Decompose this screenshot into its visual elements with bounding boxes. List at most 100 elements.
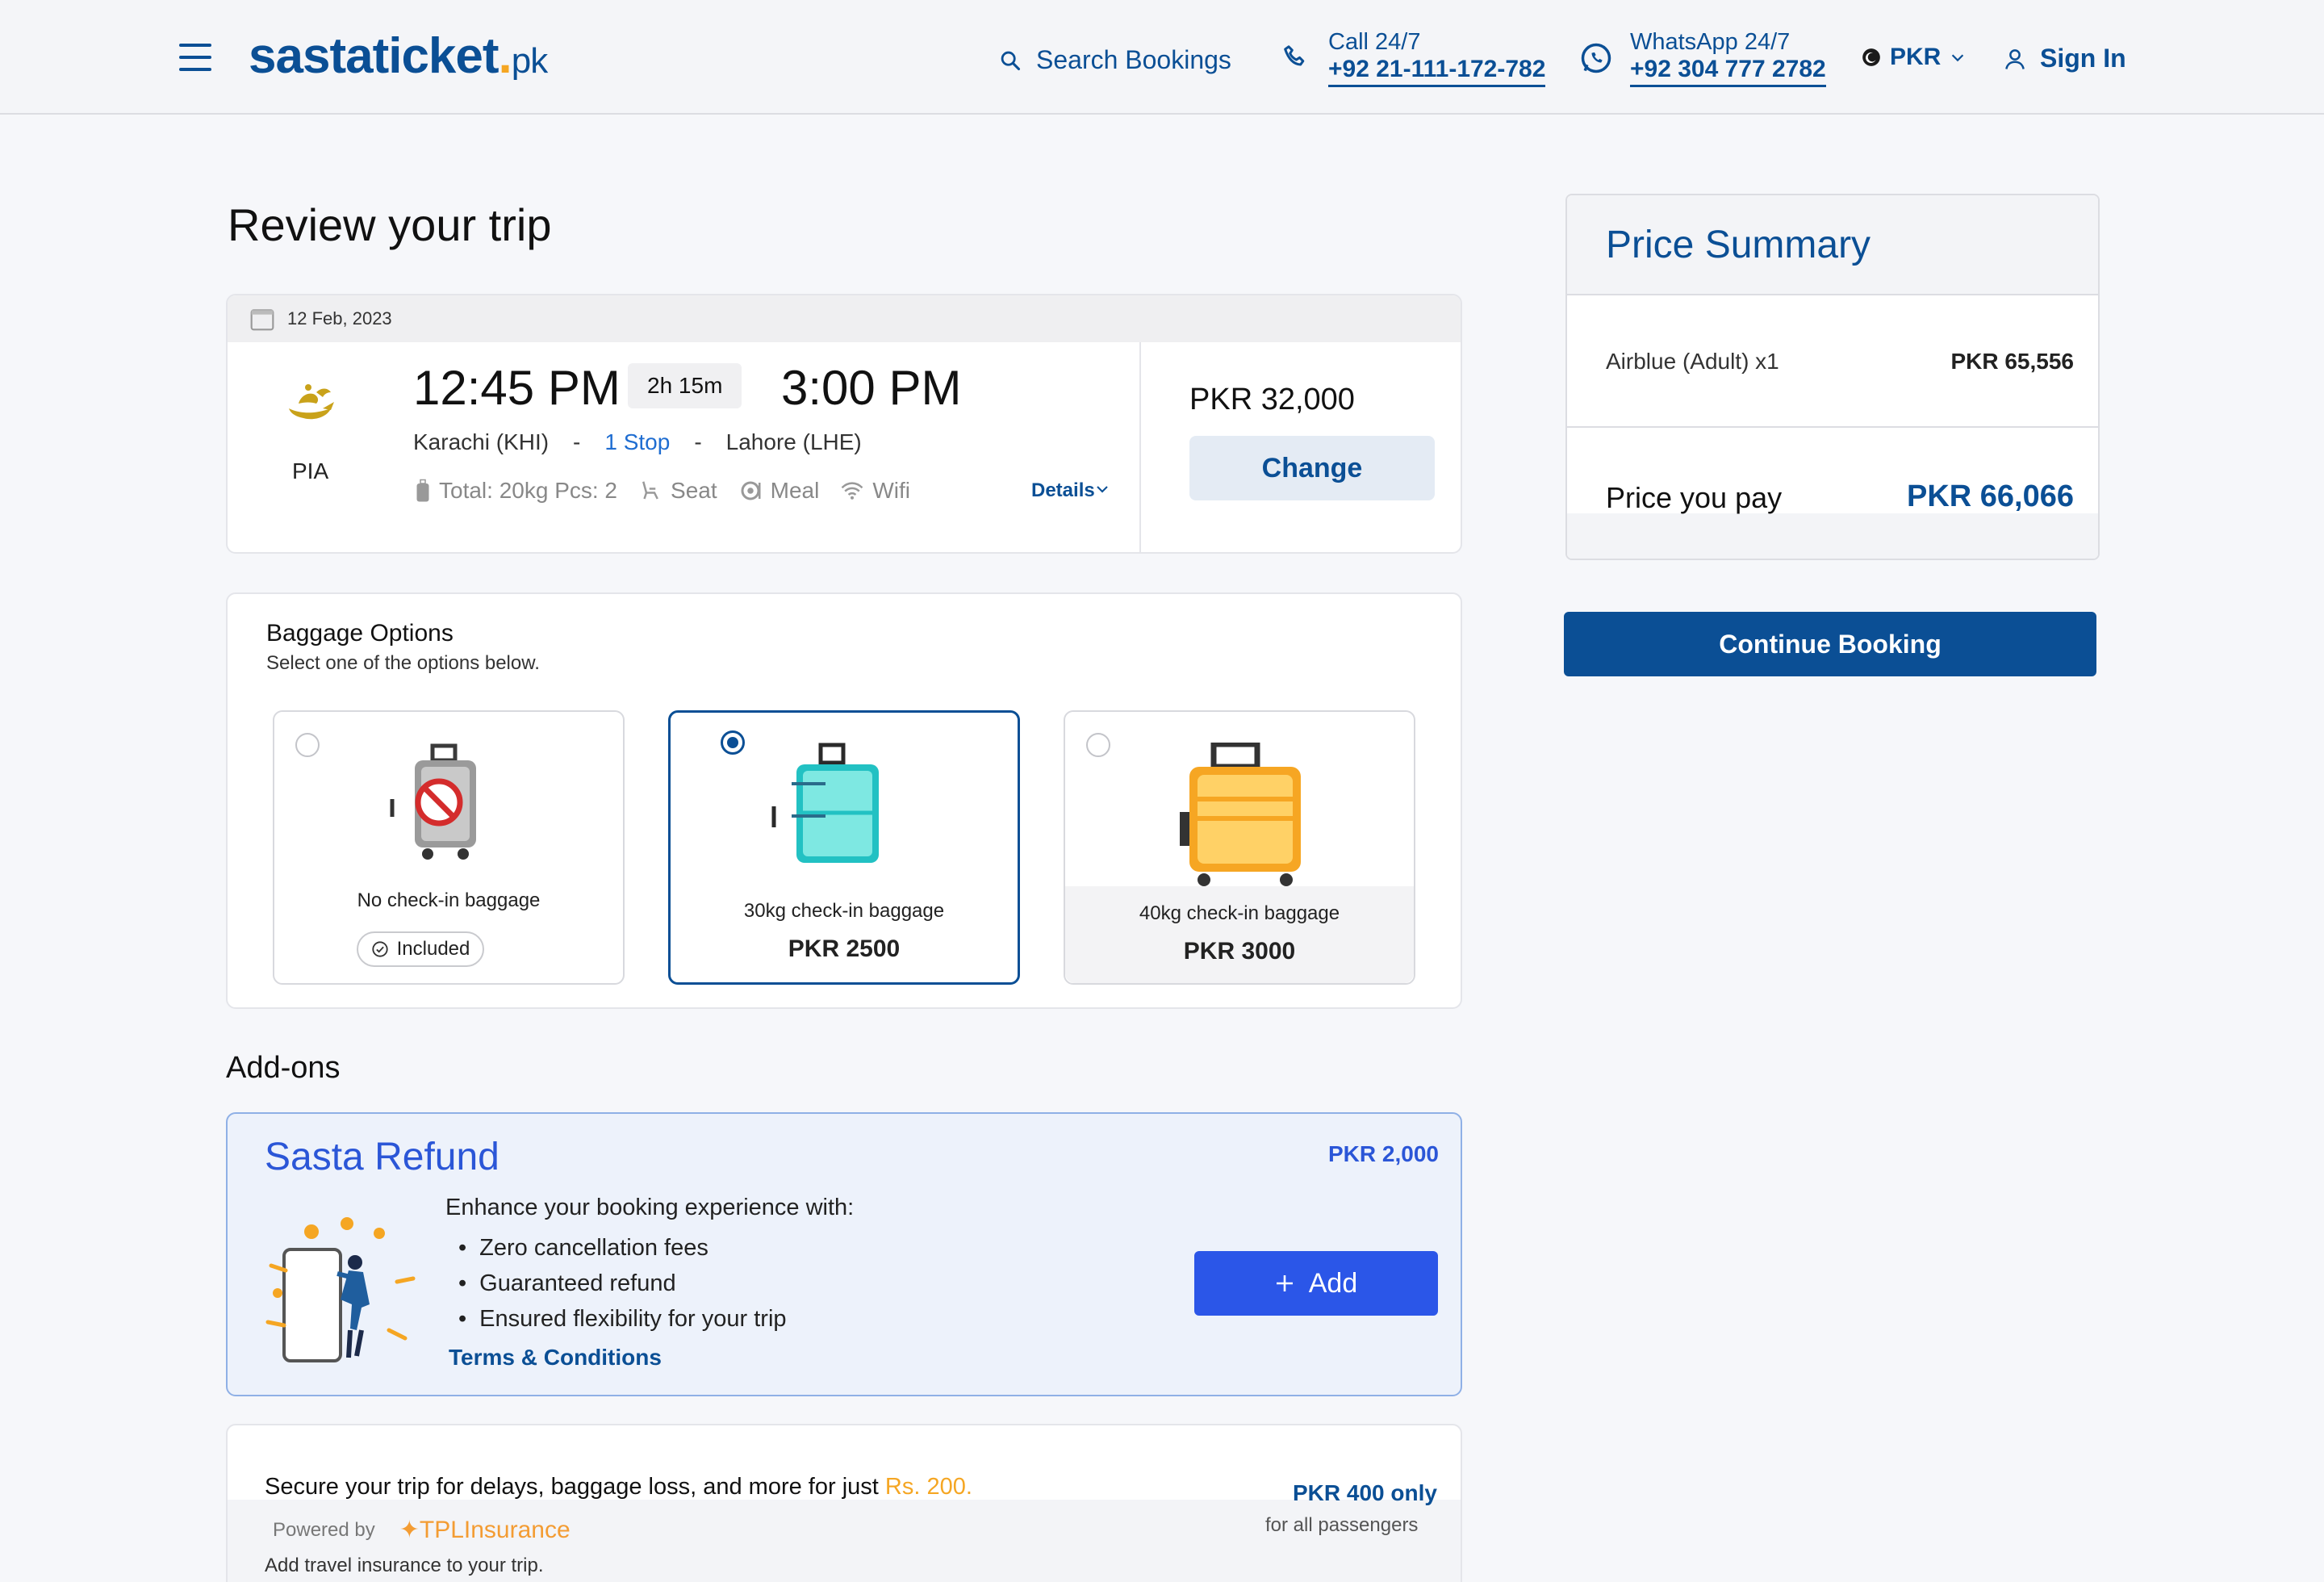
list-item: Guaranteed refund [445, 1266, 787, 1301]
check-circle-icon [372, 941, 388, 957]
meal-label: Meal [770, 478, 820, 503]
addons-title: Add-ons [226, 1051, 341, 1085]
radio-button[interactable] [295, 733, 320, 757]
stops-link[interactable]: 1 Stop [604, 429, 670, 455]
calendar-icon [250, 309, 274, 331]
divider [1139, 342, 1141, 552]
seat-label: Seat [671, 478, 717, 503]
list-item: Zero cancellation fees [445, 1230, 787, 1266]
baggage-subtitle: Select one of the options below. [266, 652, 540, 674]
chevron-down-icon [1952, 54, 1964, 62]
baggage-option-price: PKR 2500 [788, 935, 901, 962]
search-bookings-link[interactable]: Search Bookings [999, 45, 1231, 75]
seat-icon [642, 481, 658, 500]
baggage-title: Baggage Options [266, 620, 454, 647]
search-icon [1001, 51, 1021, 70]
suitcase-yellow-icon [1180, 743, 1301, 886]
airline-name: PIA [292, 458, 329, 483]
currency-flag-icon [1862, 48, 1880, 66]
wifi-icon [841, 482, 863, 500]
menu-icon[interactable] [179, 44, 211, 71]
radio-button-selected[interactable] [721, 730, 745, 755]
baggage-allowance: Total: 20kg Pcs: 2 [439, 478, 618, 503]
baggage-options-card: Baggage Options Select one of the option… [226, 592, 1462, 1009]
route-separator: - [694, 429, 702, 454]
luggage-icon [416, 479, 429, 502]
add-refund-button[interactable]: Add [1194, 1251, 1438, 1316]
meal-icon [741, 481, 761, 500]
baggage-option-none[interactable]: No check-in baggage Included [273, 710, 625, 985]
origin-airport: Karachi (KHI) [413, 429, 550, 454]
chevron-down-icon [1096, 486, 1108, 493]
call-title: Call 24/7 [1328, 29, 1421, 55]
travel-insurance-card: Secure your trip for delays, baggage los… [226, 1424, 1462, 1582]
flight-date-bar: 12 Feb, 2023 [228, 295, 1461, 342]
sign-in-label: Sign In [2040, 44, 2126, 73]
baggage-option-price: PKR 3000 [1183, 938, 1296, 965]
baggage-amenity: Total: 20kg Pcs: 2 [415, 478, 617, 504]
whatsapp-number[interactable]: +92 304 777 2782 [1630, 56, 1826, 87]
insurance-add-text: Add travel insurance to your trip. [265, 1555, 544, 1576]
phone-icon [1284, 45, 1305, 66]
site-logo[interactable]: sastaticket.pk [249, 27, 548, 85]
whatsapp-title: WhatsApp 24/7 [1630, 29, 1791, 55]
insurance-price: PKR 400 only [1293, 1480, 1437, 1505]
option-footer [1065, 886, 1414, 983]
destination-airport: Lahore (LHE) [725, 429, 862, 454]
meal-amenity: Meal [738, 478, 820, 504]
fare-line-value: PKR 65,556 [1950, 349, 2074, 374]
price-summary-title: Price Summary [1606, 224, 1871, 266]
whatsapp-icon [1581, 43, 1611, 73]
refund-illustration [265, 1217, 416, 1362]
flight-price: PKR 32,000 [1189, 383, 1355, 416]
fare-line-label: Airblue (Adult) x1 [1606, 349, 1779, 374]
baggage-option-label: No check-in baggage [357, 889, 541, 911]
seat-amenity: Seat [638, 478, 717, 504]
call-support[interactable]: Call 24/7 +92 21-111-172-782 [1280, 29, 1546, 87]
insurance-description: Secure your trip for delays, baggage los… [265, 1474, 972, 1500]
no-baggage-icon [390, 743, 476, 860]
change-flight-button[interactable]: Change [1189, 436, 1435, 500]
divider [1567, 426, 2098, 428]
page-title: Review your trip [228, 199, 552, 250]
powered-by: Powered by ✦TPLInsurance [273, 1516, 571, 1544]
search-bookings-label: Search Bookings [1036, 45, 1231, 74]
insurance-scope: for all passengers [1265, 1514, 1419, 1536]
total-label: Price you pay [1606, 481, 1783, 514]
flight-details-toggle[interactable]: Details [1031, 479, 1110, 502]
baggage-option-label: 30kg check-in baggage [743, 900, 945, 922]
powered-by-label: Powered by [273, 1518, 375, 1541]
sign-in-link[interactable]: Sign In [2003, 44, 2126, 73]
continue-booking-button[interactable]: Continue Booking [1564, 612, 2096, 676]
currency-label: PKR [1890, 44, 1942, 70]
suitcase-teal-icon [771, 743, 879, 863]
refund-benefits: Zero cancellation fees Guaranteed refund… [445, 1230, 787, 1337]
included-label: Included [396, 938, 470, 960]
route-separator: - [573, 429, 581, 454]
flight-route: Karachi (KHI) - 1 Stop - Lahore (LHE) [413, 429, 862, 455]
terms-link[interactable]: Terms & Conditions [449, 1345, 662, 1371]
total-value: PKR 66,066 [1906, 479, 2074, 513]
airline-logo-icon [289, 384, 334, 420]
included-badge: Included [357, 931, 484, 967]
currency-selector[interactable]: PKR [1861, 44, 1967, 71]
departure-time: 12:45 PM [413, 361, 621, 415]
refund-title: Sasta Refund [265, 1136, 499, 1178]
baggage-option-label: 40kg check-in baggage [1139, 902, 1340, 924]
whatsapp-support[interactable]: WhatsApp 24/7 +92 304 777 2782 [1578, 29, 1826, 87]
call-number[interactable]: +92 21-111-172-782 [1328, 56, 1546, 87]
add-label: Add [1308, 1267, 1358, 1299]
baggage-option-30kg[interactable]: 30kg check-in baggage PKR 2500 [668, 710, 1020, 985]
flight-duration: 2h 15m [628, 363, 742, 408]
baggage-option-40kg[interactable]: 40kg check-in baggage PKR 3000 [1064, 710, 1415, 985]
plus-icon [1276, 1275, 1293, 1291]
list-item: Ensured flexibility for your trip [445, 1301, 786, 1337]
flight-date: 12 Feb, 2023 [287, 308, 392, 329]
sasta-refund-card: Sasta Refund PKR 2,000 Enhance your book… [226, 1112, 1462, 1396]
price-summary-footer [1567, 513, 2098, 559]
flight-amenities: Total: 20kg Pcs: 2 Seat Meal Wifi [415, 478, 910, 504]
wifi-label: Wifi [872, 478, 910, 503]
user-icon [2005, 48, 2025, 69]
radio-button[interactable] [1086, 733, 1110, 757]
wifi-amenity: Wifi [840, 478, 910, 504]
